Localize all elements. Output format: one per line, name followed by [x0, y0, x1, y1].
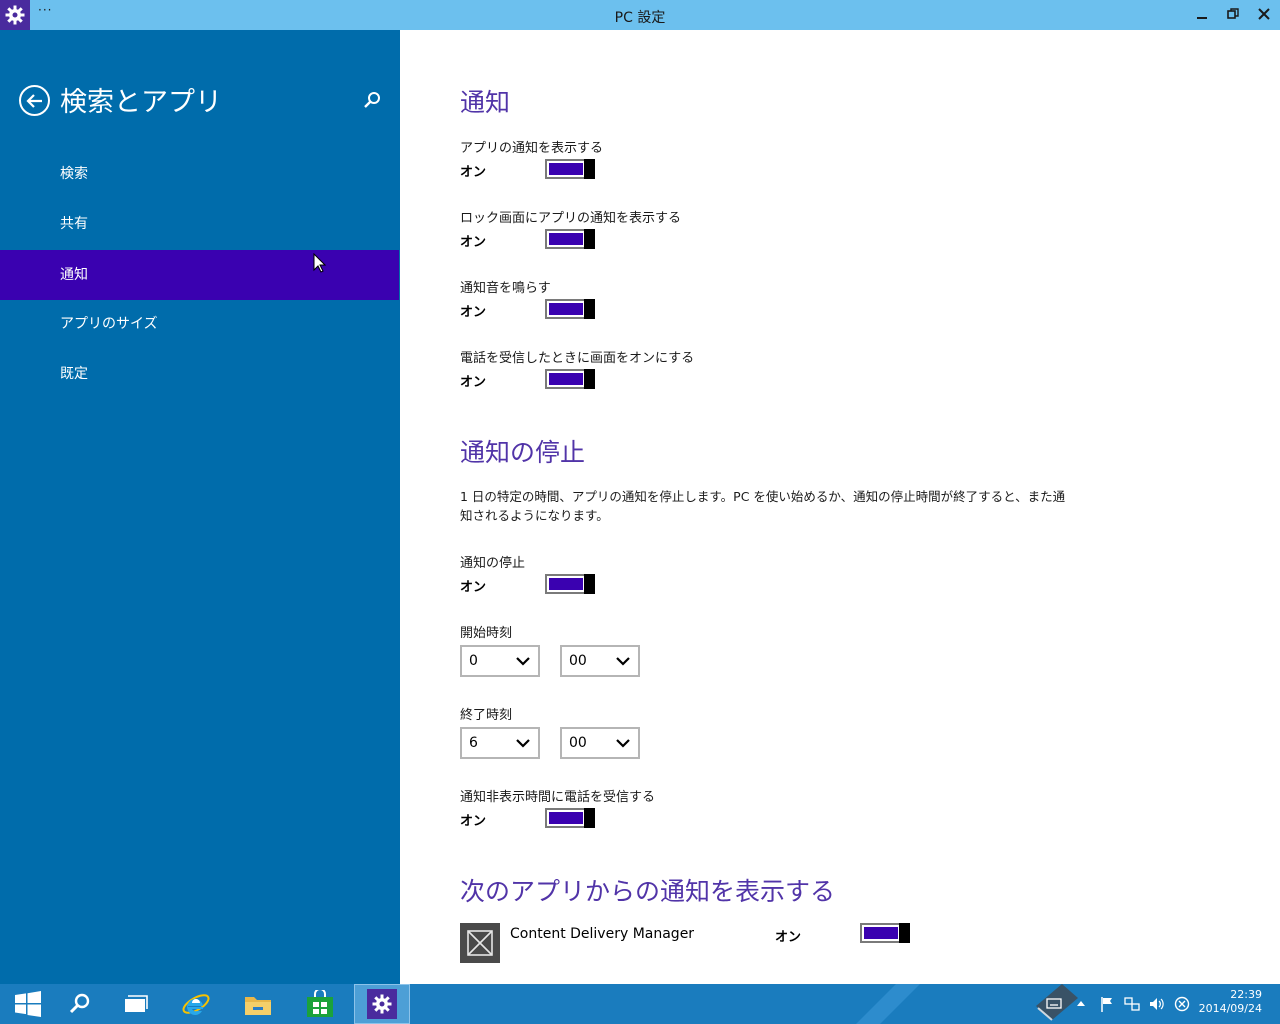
sidebar-title: 検索とアプリ: [60, 87, 222, 118]
select-value: 00: [569, 735, 587, 751]
setting-label: ロック画面にアプリの通知を表示する: [460, 211, 682, 226]
quiet-hours-description: 1 日の特定の時間、アプリの通知を停止します。PC を使い始めるか、通知の停止時…: [460, 489, 1066, 523]
setting-label: 通知音を鳴らす: [460, 281, 551, 296]
taskbar: 22:39 2014/09/24: [0, 984, 1280, 1024]
task-view-icon: [125, 995, 148, 1012]
select-value: 6: [469, 735, 478, 751]
store-bag-icon: [307, 990, 333, 1017]
toggle-app-content-delivery-manager[interactable]: [860, 923, 910, 943]
chevron-down-icon: [516, 739, 530, 748]
toggle-state-label: オン: [460, 375, 487, 390]
clock-date: 2014/09/24: [1198, 1002, 1262, 1015]
select-value: 0: [469, 653, 478, 669]
windows-logo-icon: [15, 991, 41, 1017]
start-button[interactable]: [0, 984, 56, 1024]
network-icon[interactable]: [1124, 996, 1140, 1012]
sidebar-item-search[interactable]: 検索: [0, 149, 399, 199]
toggle-state-label: オン: [775, 930, 802, 945]
end-hour-select[interactable]: 6: [460, 727, 540, 759]
toggle-state-label: オン: [460, 305, 487, 320]
search-icon: [69, 993, 90, 1014]
toggle-screen-on-call[interactable]: [545, 369, 595, 389]
taskbar-decoration: [856, 984, 920, 1024]
chevron-down-icon: [616, 657, 630, 666]
app-name: Content Delivery Manager: [510, 926, 695, 942]
main-content: 通知 アプリの通知を表示する オン ロック画面にアプリの通知を表示する オン 通…: [400, 30, 1280, 984]
chevron-down-icon: [516, 657, 530, 666]
taskbar-search-button[interactable]: [52, 984, 108, 1024]
start-minute-select[interactable]: 00: [560, 645, 640, 677]
taskbar-file-explorer[interactable]: [230, 984, 286, 1024]
sidebar-item-app-sizes[interactable]: アプリのサイズ: [0, 299, 399, 349]
minimize-button[interactable]: [1190, 4, 1214, 26]
start-time-label: 開始時刻: [460, 626, 513, 641]
chevron-up-icon[interactable]: [1076, 999, 1086, 1007]
app-placeholder-icon: [460, 923, 500, 963]
toggle-state-label: オン: [460, 814, 487, 829]
taskbar-internet-explorer[interactable]: [168, 984, 224, 1024]
notification-status-icon[interactable]: [1174, 996, 1190, 1012]
toggle-quiet-hours[interactable]: [545, 574, 595, 594]
back-button[interactable]: [19, 85, 50, 116]
system-tray: 22:39 2014/09/24: [1030, 984, 1280, 1024]
mouse-cursor-icon: [313, 253, 327, 273]
setting-label: 通知非表示時間に電話を受信する: [460, 790, 656, 805]
window-title: PC 設定: [614, 10, 666, 26]
taskbar-store[interactable]: [292, 984, 348, 1024]
settings-gear-icon: [367, 989, 397, 1019]
close-button[interactable]: [1252, 4, 1276, 26]
chevron-down-icon: [616, 739, 630, 748]
toggle-state-label: オン: [460, 165, 487, 180]
end-minute-select[interactable]: 00: [560, 727, 640, 759]
select-value: 00: [569, 653, 587, 669]
setting-label: アプリの通知を表示する: [460, 141, 604, 156]
end-time-label: 終了時刻: [460, 708, 513, 723]
clock-time: 22:39: [1230, 988, 1262, 1001]
keyboard-icon[interactable]: [1046, 996, 1062, 1010]
toggle-notification-sounds[interactable]: [545, 299, 595, 319]
sidebar: 検索とアプリ 検索 共有 通知 アプリのサイズ 既定: [0, 30, 400, 984]
action-center-flag-icon[interactable]: [1100, 996, 1114, 1012]
taskbar-pc-settings[interactable]: [354, 984, 410, 1024]
restore-button[interactable]: [1221, 4, 1245, 26]
section-title-notifications: 通知: [460, 88, 511, 117]
start-hour-select[interactable]: 0: [460, 645, 540, 677]
setting-label: 通知の停止: [460, 556, 526, 571]
section-title-app-notifications: 次のアプリからの通知を表示する: [460, 877, 836, 906]
folder-icon: [245, 997, 271, 1015]
toggle-state-label: オン: [460, 580, 487, 595]
task-view-button[interactable]: [108, 984, 164, 1024]
toggle-state-label: オン: [460, 235, 487, 250]
toggle-calls-during-quiet-hours[interactable]: [545, 808, 595, 828]
sidebar-item-notifications[interactable]: 通知: [0, 250, 399, 300]
sidebar-item-share[interactable]: 共有: [0, 199, 399, 249]
toggle-lock-screen-notifications[interactable]: [545, 229, 595, 249]
setting-label: 電話を受信したときに画面をオンにする: [460, 351, 695, 366]
arrow-left-icon: [25, 93, 42, 108]
volume-icon[interactable]: [1148, 996, 1164, 1012]
taskbar-clock[interactable]: 22:39 2014/09/24: [1199, 988, 1262, 1016]
search-icon[interactable]: [362, 90, 382, 110]
internet-explorer-icon: [182, 994, 210, 1016]
sidebar-item-defaults[interactable]: 既定: [0, 349, 399, 399]
toggle-show-app-notifications[interactable]: [545, 159, 595, 179]
title-bar: ··· PC 設定: [0, 0, 1280, 30]
section-title-quiet-hours: 通知の停止: [460, 438, 586, 467]
